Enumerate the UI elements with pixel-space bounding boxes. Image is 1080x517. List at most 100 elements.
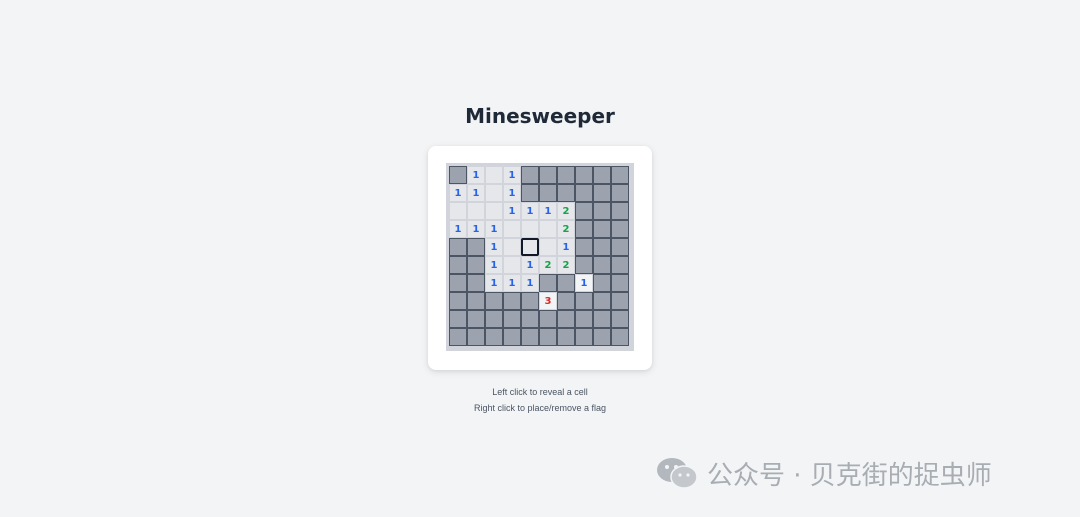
hidden-cell[interactable] (575, 220, 593, 238)
hidden-cell[interactable] (503, 310, 521, 328)
hidden-cell[interactable] (611, 274, 629, 292)
number-cell[interactable]: 1 (575, 274, 593, 292)
hidden-cell[interactable] (593, 292, 611, 310)
empty-cell[interactable] (503, 256, 521, 274)
number-cell[interactable]: 1 (449, 220, 467, 238)
hidden-cell[interactable] (611, 184, 629, 202)
number-cell[interactable]: 1 (539, 202, 557, 220)
hidden-cell[interactable] (557, 184, 575, 202)
hidden-cell[interactable] (539, 328, 557, 346)
number-cell[interactable]: 1 (467, 166, 485, 184)
hidden-cell[interactable] (485, 328, 503, 346)
hidden-cell[interactable] (503, 328, 521, 346)
number-cell[interactable]: 1 (503, 274, 521, 292)
hidden-cell[interactable] (449, 310, 467, 328)
empty-cell[interactable] (449, 202, 467, 220)
hidden-cell[interactable] (539, 184, 557, 202)
hidden-cell[interactable] (557, 310, 575, 328)
number-cell[interactable]: 1 (485, 256, 503, 274)
empty-cell[interactable] (539, 220, 557, 238)
hidden-cell[interactable] (467, 274, 485, 292)
hidden-cell[interactable] (593, 274, 611, 292)
number-cell[interactable]: 1 (503, 184, 521, 202)
hidden-cell[interactable] (539, 274, 557, 292)
hidden-cell[interactable] (521, 184, 539, 202)
hidden-cell[interactable] (449, 166, 467, 184)
hidden-cell[interactable] (557, 166, 575, 184)
number-cell[interactable]: 1 (557, 238, 575, 256)
hidden-cell[interactable] (611, 238, 629, 256)
number-cell[interactable]: 1 (503, 166, 521, 184)
empty-cell[interactable] (485, 166, 503, 184)
number-cell[interactable]: 3 (539, 292, 557, 310)
hidden-cell[interactable] (611, 220, 629, 238)
number-cell[interactable]: 1 (449, 184, 467, 202)
hidden-cell[interactable] (557, 292, 575, 310)
hidden-cell[interactable] (611, 328, 629, 346)
hidden-cell[interactable] (467, 310, 485, 328)
number-cell[interactable]: 1 (521, 202, 539, 220)
hidden-cell[interactable] (593, 166, 611, 184)
number-cell[interactable]: 1 (485, 238, 503, 256)
hidden-cell[interactable] (449, 256, 467, 274)
empty-cell[interactable] (503, 220, 521, 238)
hidden-cell[interactable] (575, 256, 593, 274)
hidden-cell[interactable] (449, 328, 467, 346)
hidden-cell[interactable] (575, 238, 593, 256)
hidden-cell[interactable] (521, 310, 539, 328)
hidden-cell[interactable] (557, 328, 575, 346)
hidden-cell[interactable] (611, 292, 629, 310)
hidden-cell[interactable] (611, 310, 629, 328)
hidden-cell[interactable] (575, 184, 593, 202)
number-cell[interactable]: 1 (521, 274, 539, 292)
hidden-cell[interactable] (521, 166, 539, 184)
hidden-cell[interactable] (611, 256, 629, 274)
empty-cell[interactable] (503, 238, 521, 256)
hidden-cell[interactable] (485, 310, 503, 328)
hidden-cell[interactable] (503, 292, 521, 310)
hidden-cell[interactable] (557, 274, 575, 292)
number-cell[interactable]: 1 (521, 256, 539, 274)
hidden-cell[interactable] (449, 274, 467, 292)
hidden-cell[interactable] (611, 202, 629, 220)
number-cell[interactable]: 2 (557, 220, 575, 238)
number-cell[interactable]: 1 (467, 184, 485, 202)
number-cell[interactable]: 1 (485, 220, 503, 238)
number-cell[interactable]: 2 (557, 202, 575, 220)
hidden-cell[interactable] (593, 310, 611, 328)
hidden-cell[interactable] (575, 310, 593, 328)
hidden-cell[interactable] (467, 238, 485, 256)
hidden-cell[interactable] (467, 292, 485, 310)
hidden-cell[interactable] (593, 184, 611, 202)
hidden-cell[interactable] (593, 220, 611, 238)
hidden-cell[interactable] (485, 292, 503, 310)
hidden-cell[interactable] (521, 292, 539, 310)
hidden-cell[interactable] (449, 238, 467, 256)
number-cell[interactable]: 1 (503, 202, 521, 220)
hidden-cell[interactable] (611, 166, 629, 184)
hidden-cell[interactable] (449, 292, 467, 310)
hidden-cell[interactable] (593, 202, 611, 220)
hidden-cell[interactable] (575, 202, 593, 220)
hidden-cell[interactable] (575, 292, 593, 310)
empty-cell[interactable] (485, 184, 503, 202)
number-cell[interactable]: 2 (539, 256, 557, 274)
empty-cell[interactable] (485, 202, 503, 220)
hidden-cell[interactable] (593, 256, 611, 274)
hidden-cell[interactable] (539, 310, 557, 328)
hidden-cell[interactable] (467, 256, 485, 274)
hidden-cell[interactable] (575, 166, 593, 184)
number-cell[interactable]: 1 (485, 274, 503, 292)
empty-cell[interactable] (539, 238, 557, 256)
empty-cell[interactable] (467, 202, 485, 220)
empty-cell[interactable] (521, 220, 539, 238)
number-cell[interactable]: 2 (557, 256, 575, 274)
number-cell[interactable]: 1 (467, 220, 485, 238)
hidden-cell[interactable] (593, 328, 611, 346)
hidden-cell[interactable] (467, 328, 485, 346)
hidden-cell[interactable] (593, 238, 611, 256)
selected-cell[interactable] (521, 238, 539, 256)
hidden-cell[interactable] (521, 328, 539, 346)
hidden-cell[interactable] (575, 328, 593, 346)
hidden-cell[interactable] (539, 166, 557, 184)
